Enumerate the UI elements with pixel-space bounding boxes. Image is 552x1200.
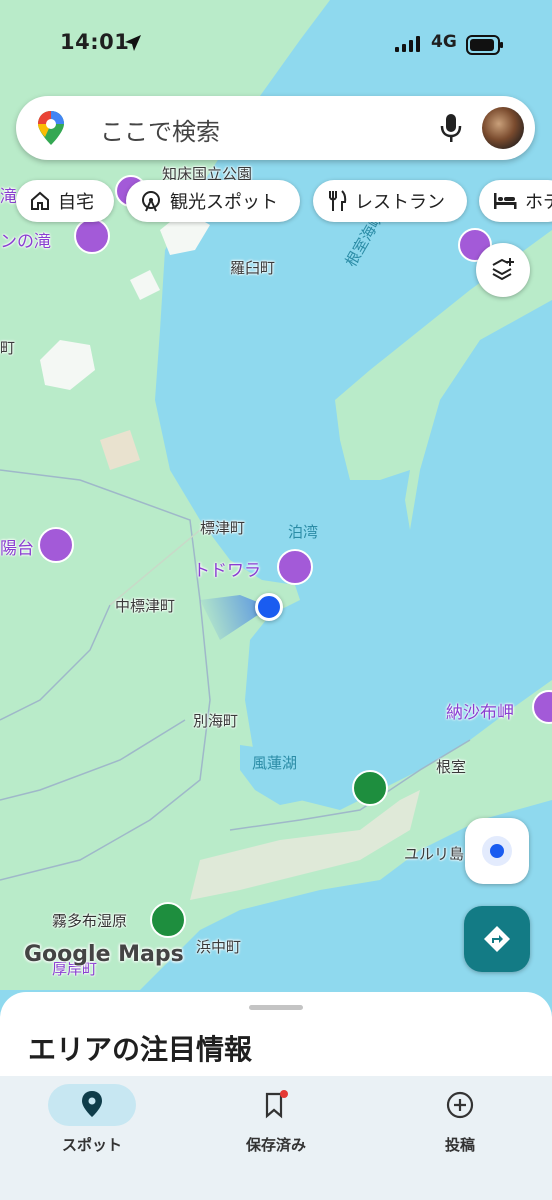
- bed-icon: [494, 193, 517, 209]
- location-arrow-icon: [125, 35, 141, 51]
- map-label: 霧多布湿原: [52, 912, 128, 930]
- place-icon: [82, 1091, 102, 1117]
- bookmark-icon: [265, 1090, 288, 1119]
- chip-label: 観光スポット: [170, 192, 278, 213]
- current-location-dot: [255, 593, 283, 621]
- search-input[interactable]: ここで検索: [100, 112, 220, 147]
- nav-item-spots[interactable]: スポット: [0, 1076, 184, 1200]
- park-marker-tree[interactable]: [352, 770, 388, 806]
- map-label: 標津町: [200, 519, 246, 537]
- nav-item-saved[interactable]: 保存済み: [184, 1076, 368, 1200]
- map-label: 納沙布岬: [446, 703, 514, 723]
- status-time: 14:01: [60, 30, 130, 54]
- chip-home[interactable]: 自宅: [16, 180, 114, 222]
- directions-button[interactable]: [464, 906, 530, 972]
- google-maps-pin-icon: [38, 111, 64, 145]
- mic-icon[interactable]: [440, 113, 462, 143]
- poi-marker-attraction[interactable]: [74, 218, 110, 254]
- location-dot-icon: [490, 844, 504, 858]
- chip-attractions[interactable]: 観光スポット: [126, 180, 300, 222]
- map-label: 根室: [436, 758, 467, 776]
- home-icon: [31, 191, 49, 210]
- battery-icon: [466, 35, 503, 55]
- map-label: 町: [0, 339, 16, 357]
- nav-label: スポット: [61, 1136, 122, 1154]
- map-label: 浜中町: [196, 938, 242, 956]
- sheet-handle[interactable]: [249, 1005, 303, 1010]
- park-marker-tree[interactable]: [150, 902, 186, 938]
- ferris-wheel-icon: [142, 191, 160, 212]
- directions-icon: [484, 926, 510, 952]
- chip-label: レストラン: [355, 192, 445, 213]
- map-label: ユルリ島: [404, 845, 465, 863]
- layers-button[interactable]: [476, 243, 530, 297]
- map-label: ンの滝: [0, 232, 51, 252]
- chip-restaurants[interactable]: レストラン: [313, 180, 467, 222]
- map-label: 別海町: [193, 712, 239, 730]
- search-bar[interactable]: ここで検索: [16, 96, 535, 160]
- poi-marker-todowara[interactable]: [277, 549, 313, 585]
- my-location-button[interactable]: [465, 818, 529, 884]
- map-label: 風蓮湖: [252, 754, 298, 772]
- category-chips: 自宅 観光スポット レストラン ホテ: [0, 180, 552, 222]
- chip-label: 自宅: [58, 192, 94, 213]
- chip-label: ホテ: [525, 192, 552, 213]
- avatar[interactable]: [482, 107, 524, 149]
- network-type: 4G: [431, 32, 457, 52]
- signal-icon: [395, 36, 420, 52]
- poi-marker-attraction[interactable]: [38, 527, 74, 563]
- add-circle-icon: [446, 1091, 474, 1119]
- fork-knife-icon: [329, 190, 347, 211]
- bottom-nav: スポット 保存済み 投稿: [0, 1076, 552, 1200]
- map-label: 羅臼町: [230, 259, 276, 277]
- nav-label: 保存済み: [245, 1136, 306, 1154]
- layers-icon: [492, 258, 514, 281]
- nav-item-post[interactable]: 投稿: [368, 1076, 552, 1200]
- map-label: 中標津町: [115, 597, 176, 615]
- nav-label: 投稿: [444, 1136, 475, 1154]
- sheet-title: エリアの注目情報: [28, 1033, 253, 1066]
- location-beam: [200, 595, 270, 640]
- map-label: 泊湾: [288, 523, 319, 541]
- map-label: トドワラ: [193, 561, 261, 581]
- map-label: 陽台: [0, 539, 34, 559]
- status-bar: 14:01 4G: [0, 30, 552, 60]
- chip-hotels[interactable]: ホテ: [479, 180, 552, 222]
- google-maps-logo: Google Maps: [24, 942, 184, 967]
